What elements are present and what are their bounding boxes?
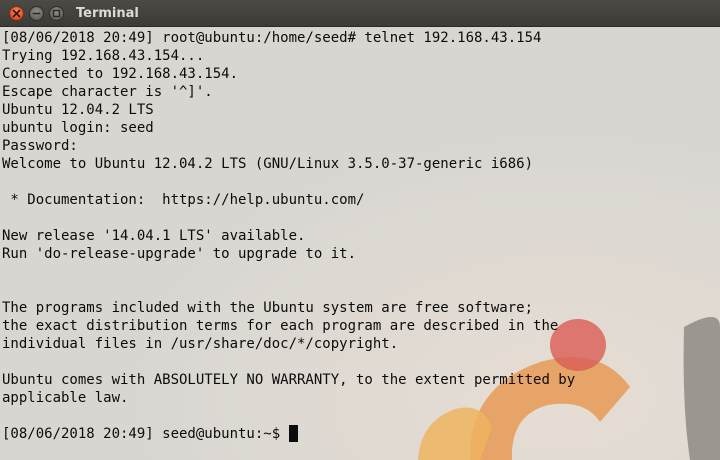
terminal-line: Welcome to Ubuntu 12.04.2 LTS (GNU/Linux… [2,156,534,172]
shell-prompt: [08/06/2018 20:49] seed@ubuntu:~$ [2,426,289,442]
terminal-line: Password: [2,138,78,154]
window-title: Terminal [76,6,139,21]
terminal-line: ubuntu login: seed [2,120,154,136]
terminal-window: Terminal [08/06/2018 20:49] root@ubuntu:… [0,0,720,460]
terminal-line: [08/06/2018 20:49] root@ubuntu:/home/see… [2,30,542,46]
close-icon [12,9,21,18]
close-button[interactable] [9,6,24,21]
terminal-area[interactable]: [08/06/2018 20:49] root@ubuntu:/home/see… [0,27,720,460]
terminal-line: Trying 192.168.43.154... [2,48,205,64]
terminal-line: the exact distribution terms for each pr… [2,318,559,334]
text-cursor [288,425,298,442]
terminal-line: Ubuntu comes with ABSOLUTELY NO WARRANTY… [2,372,576,388]
terminal-line: * Documentation: https://help.ubuntu.com… [2,192,365,208]
terminal-line: New release '14.04.1 LTS' available. [2,228,306,244]
terminal-line: Run 'do-release-upgrade' to upgrade to i… [2,246,357,262]
minimize-icon [32,12,41,15]
terminal-line: applicable law. [2,390,129,406]
title-bar[interactable]: Terminal [0,0,720,27]
terminal-line: Ubuntu 12.04.2 LTS [2,102,154,118]
terminal-output: [08/06/2018 20:49] root@ubuntu:/home/see… [2,29,575,443]
maximize-icon [52,9,61,18]
maximize-button[interactable] [49,6,64,21]
minimize-button[interactable] [29,6,44,21]
prompt-line[interactable]: [08/06/2018 20:49] seed@ubuntu:~$ [2,425,575,443]
terminal-line: Connected to 192.168.43.154. [2,66,239,82]
terminal-line: Escape character is '^]'. [2,84,213,100]
terminal-line: individual files in /usr/share/doc/*/cop… [2,336,399,352]
terminal-line: The programs included with the Ubuntu sy… [2,300,534,316]
